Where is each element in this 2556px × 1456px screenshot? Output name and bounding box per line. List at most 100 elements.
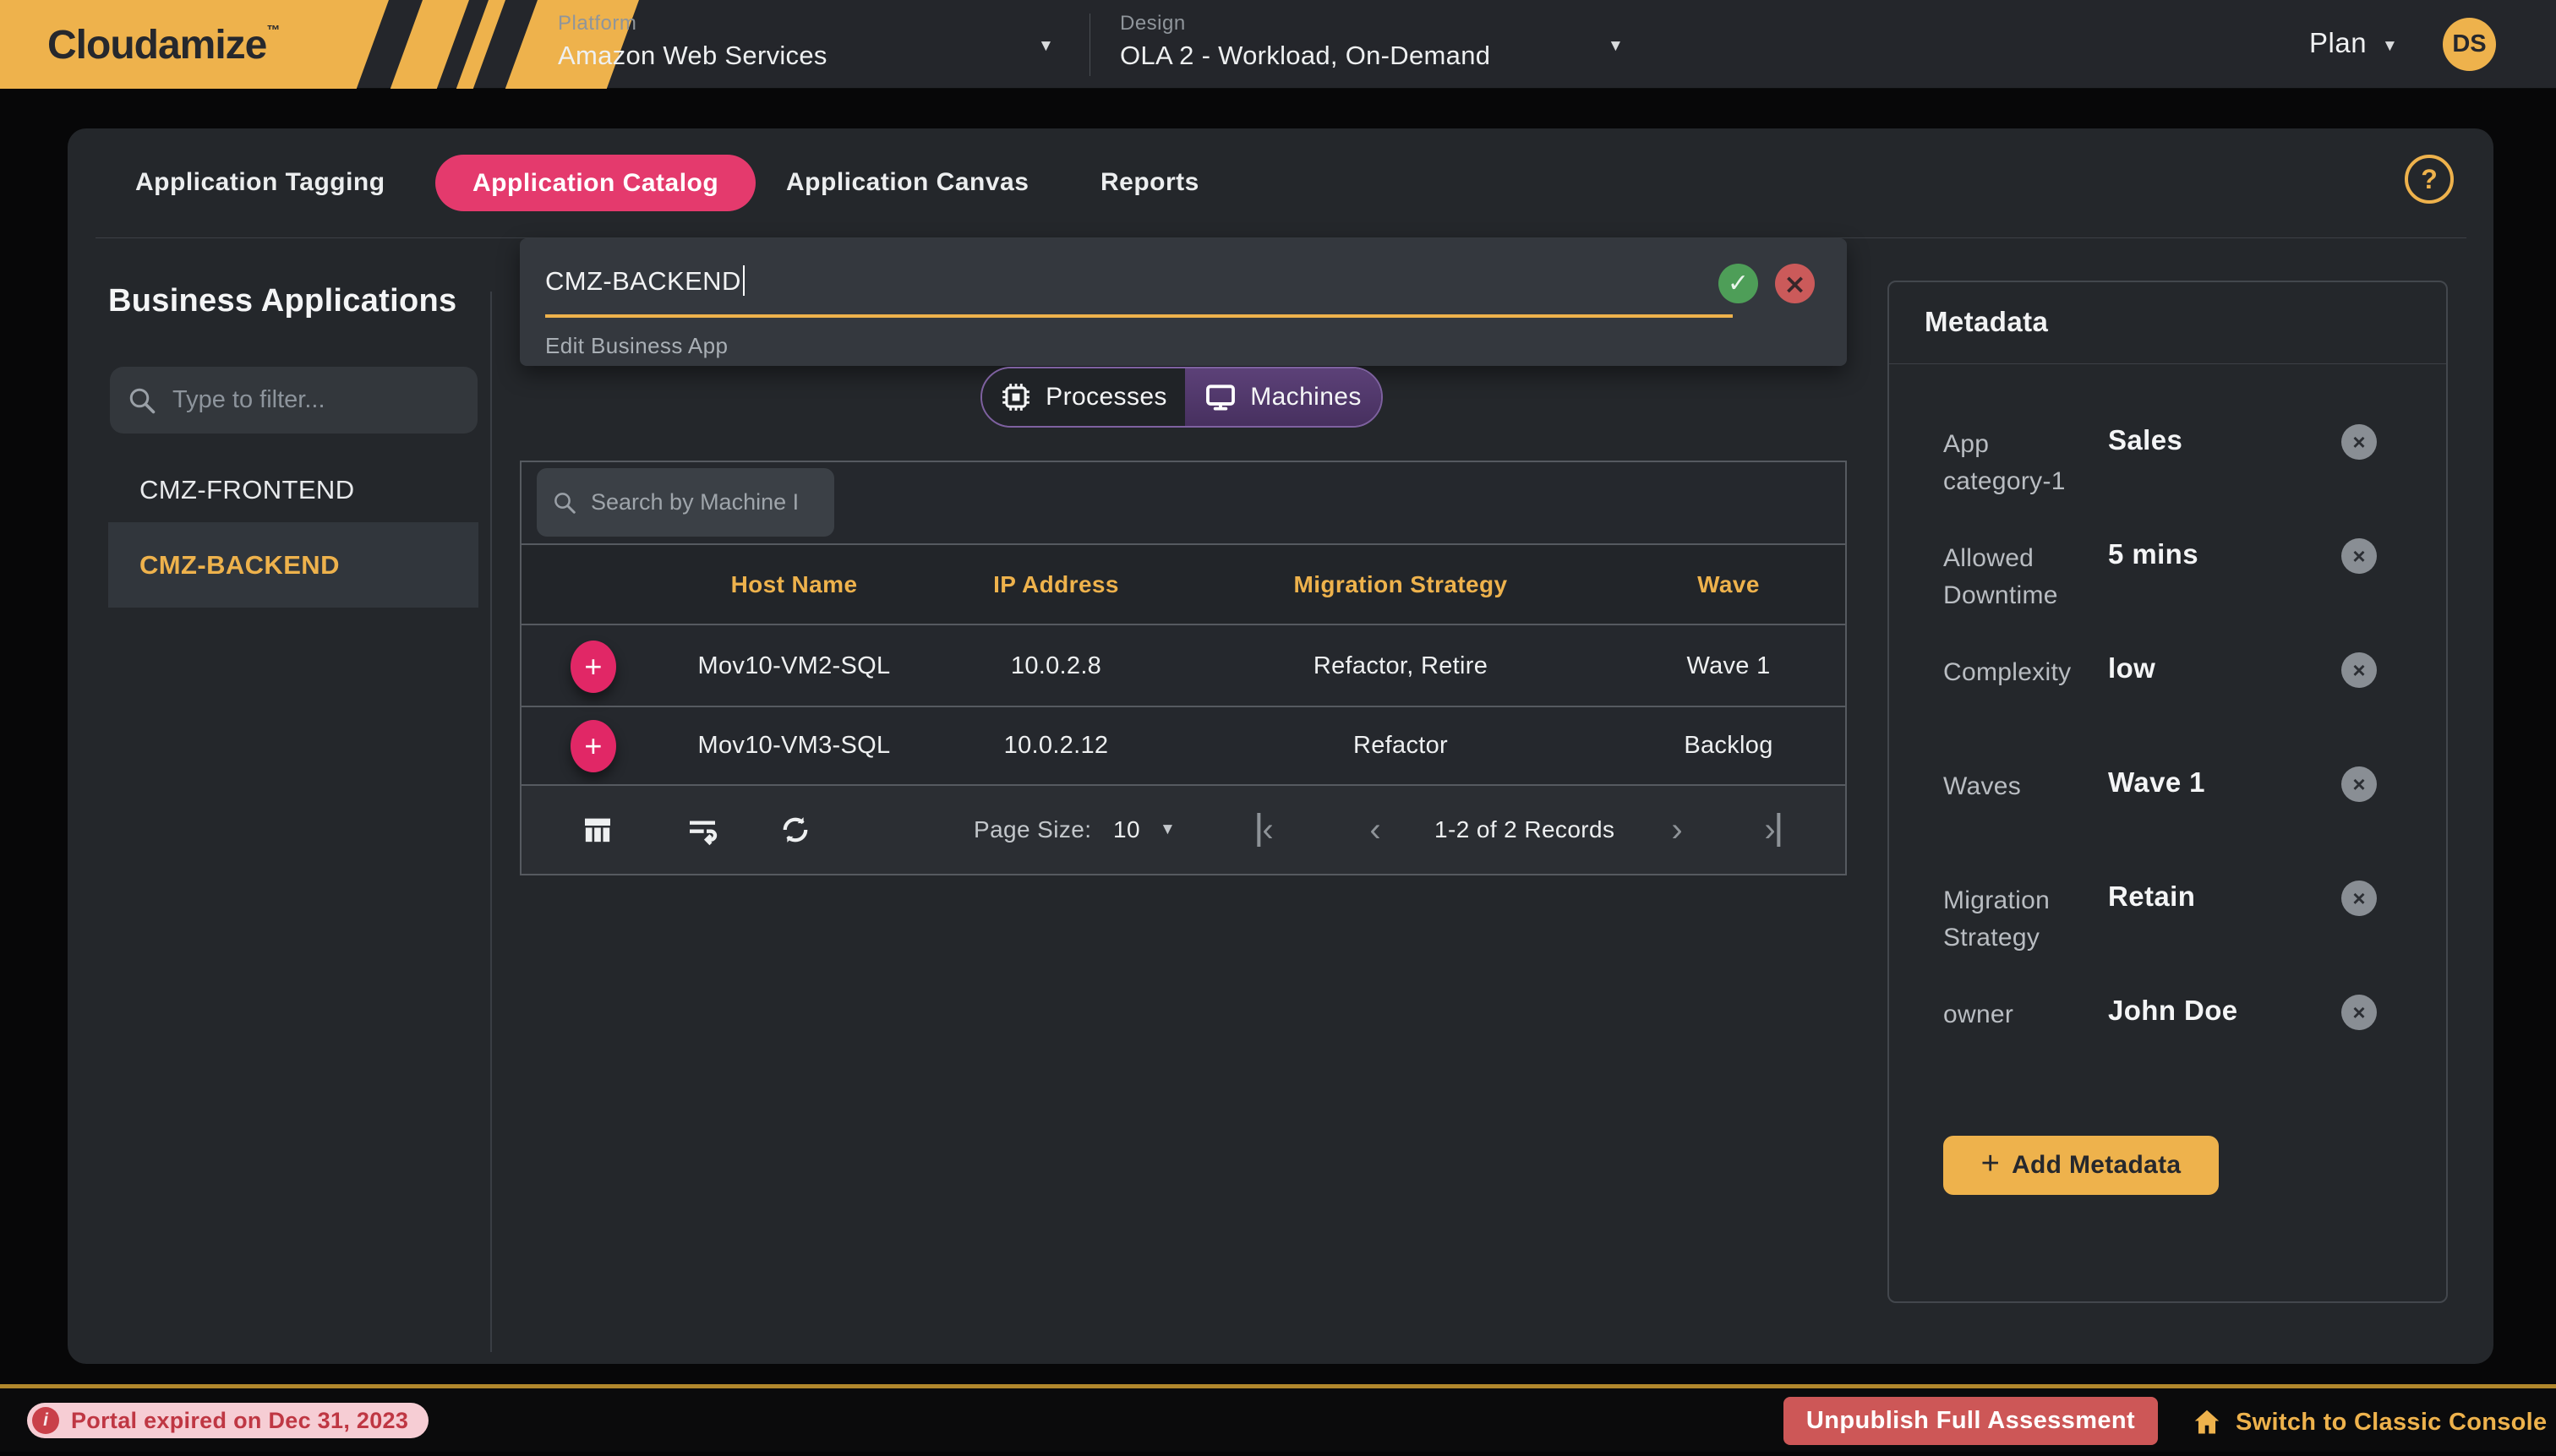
trademark-symbol: ™	[266, 24, 279, 38]
metadata-value: John Doe	[2108, 995, 2238, 1027]
add-metadata-button[interactable]: + Add Metadata	[1943, 1136, 2219, 1195]
remove-metadata-button[interactable]: ×	[2341, 995, 2377, 1030]
tab-reports[interactable]: Reports	[1100, 168, 1199, 197]
user-avatar[interactable]: DS	[2443, 18, 2496, 71]
design-label: Design	[1120, 12, 1490, 35]
app-header: Cloudamize™ Platform Amazon Web Services…	[0, 0, 2556, 89]
metadata-panel: Metadata App category-1 Sales × Allowed …	[1887, 281, 2448, 1303]
toggle-machines[interactable]: Machines	[1185, 368, 1381, 426]
switch-label: Switch to Classic Console	[2236, 1409, 2547, 1437]
design-dropdown-icon[interactable]: ▼	[1608, 37, 1624, 56]
edit-business-app-label: Edit Business App	[545, 333, 728, 359]
business-app-name-input[interactable]: CMZ-BACKEND	[545, 265, 745, 297]
host-name-cell: Mov10-VM2-SQL	[665, 652, 923, 680]
machine-search-box[interactable]	[537, 468, 834, 537]
metadata-key: owner	[1943, 996, 2104, 1033]
metadata-row: Migration Strategy Retain ×	[1889, 874, 2446, 988]
plan-dropdown-icon[interactable]: ▼	[2382, 37, 2398, 56]
sidebar-item-cmz-backend[interactable]: CMZ-BACKEND	[108, 522, 478, 608]
machines-label: Machines	[1250, 383, 1362, 412]
close-icon: ×	[2352, 886, 2365, 912]
cancel-button[interactable]: ×	[1775, 264, 1815, 303]
remove-metadata-button[interactable]: ×	[2341, 652, 2377, 688]
metadata-value: Retain	[2108, 881, 2195, 913]
metadata-title: Metadata	[1925, 306, 2048, 338]
close-icon: ×	[2352, 772, 2365, 798]
column-settings-icon[interactable]	[581, 813, 614, 847]
remove-metadata-button[interactable]: ×	[2341, 881, 2377, 916]
metadata-key: App category-1	[1943, 426, 2104, 499]
main-panel: Application Tagging Application Catalog …	[68, 128, 2493, 1364]
metadata-key: Waves	[1943, 768, 2104, 805]
previous-page-button[interactable]: ‹	[1369, 813, 1380, 847]
portal-expired-text: Portal expired on Dec 31, 2023	[71, 1408, 408, 1434]
metadata-row: App category-1 Sales ×	[1889, 417, 2446, 532]
unpublish-full-assessment-button[interactable]: Unpublish Full Assessment	[1783, 1397, 2158, 1445]
remove-metadata-button[interactable]: ×	[2341, 424, 2377, 460]
design-selector[interactable]: Design OLA 2 - Workload, On-Demand	[1120, 12, 1490, 71]
next-page-button[interactable]: ›	[1671, 813, 1682, 847]
toggle-processes[interactable]: Processes	[982, 368, 1185, 426]
question-icon: ?	[2421, 164, 2438, 195]
close-icon: ×	[2352, 1000, 2365, 1026]
sidebar-filter[interactable]	[110, 367, 478, 434]
sidebar-item-cmz-frontend[interactable]: CMZ-FRONTEND	[108, 456, 478, 524]
tab-application-catalog[interactable]: Application Catalog	[435, 155, 756, 211]
column-ip-address: IP Address	[923, 571, 1189, 598]
logo-stripe	[390, 0, 469, 89]
expand-row-button[interactable]: +	[571, 641, 616, 693]
help-button[interactable]: ?	[2405, 155, 2454, 204]
metadata-row: owner John Doe ×	[1889, 988, 2446, 1102]
column-migration-strategy: Migration Strategy	[1189, 571, 1612, 598]
close-icon: ×	[1783, 268, 1806, 300]
table-row: + Mov10-VM3-SQL 10.0.2.12 Refactor Backl…	[522, 706, 1845, 784]
migration-strategy-cell: Refactor	[1189, 732, 1612, 760]
sidebar-title: Business Applications	[108, 283, 456, 319]
page-size-dropdown-icon[interactable]: ▼	[1160, 821, 1176, 839]
sidebar-divider	[490, 292, 492, 1352]
portal-expired-badge: i Portal expired on Dec 31, 2023	[27, 1403, 429, 1438]
wave-cell: Wave 1	[1612, 652, 1845, 680]
page-size-value[interactable]: 10	[1113, 816, 1140, 843]
platform-dropdown-icon[interactable]: ▼	[1038, 37, 1054, 56]
home-icon	[2192, 1407, 2222, 1437]
platform-value: Amazon Web Services	[558, 41, 827, 71]
expand-row-button[interactable]: +	[571, 720, 616, 772]
design-value: OLA 2 - Workload, On-Demand	[1120, 41, 1490, 71]
switch-to-classic-console-link[interactable]: Switch to Classic Console	[2192, 1388, 2547, 1456]
tab-application-tagging[interactable]: Application Tagging	[135, 168, 385, 197]
search-icon	[552, 488, 577, 517]
view-toggle: Processes Machines	[980, 367, 1383, 428]
plus-icon: +	[584, 649, 602, 684]
table-search-row	[522, 462, 1845, 543]
refresh-icon[interactable]	[778, 812, 813, 848]
close-icon: ×	[2352, 657, 2365, 684]
column-host-name: Host Name	[665, 571, 923, 598]
remove-metadata-button[interactable]: ×	[2341, 766, 2377, 802]
add-metadata-label: Add Metadata	[2012, 1151, 2181, 1180]
platform-label: Platform	[558, 12, 827, 35]
plan-menu[interactable]: Plan	[2309, 27, 2367, 59]
metadata-divider	[1889, 363, 2446, 364]
confirm-button[interactable]: ✓	[1718, 264, 1758, 303]
metadata-rows: App category-1 Sales × Allowed Downtime …	[1889, 417, 2446, 1102]
metadata-value: Sales	[2108, 424, 2182, 456]
records-range-text: 1-2 of 2 Records	[1434, 816, 1614, 843]
wrap-rows-icon[interactable]	[685, 813, 719, 847]
host-name-cell: Mov10-VM3-SQL	[665, 732, 923, 760]
tab-application-canvas[interactable]: Application Canvas	[786, 168, 1029, 197]
machine-search-input[interactable]	[591, 489, 819, 515]
close-icon: ×	[2352, 429, 2365, 455]
platform-selector[interactable]: Platform Amazon Web Services	[558, 12, 827, 71]
first-page-button[interactable]: ‹	[1257, 813, 1273, 847]
metadata-key: Allowed Downtime	[1943, 540, 2104, 613]
filter-input[interactable]	[172, 386, 451, 414]
text-cursor	[743, 265, 745, 296]
last-page-button[interactable]: ›	[1764, 813, 1780, 847]
metadata-key: Migration Strategy	[1943, 882, 2104, 956]
remove-metadata-button[interactable]: ×	[2341, 538, 2377, 574]
metadata-value: 5 mins	[2108, 538, 2198, 570]
metadata-row: Allowed Downtime 5 mins ×	[1889, 532, 2446, 646]
info-icon: i	[32, 1407, 59, 1434]
plus-icon: +	[584, 728, 602, 764]
